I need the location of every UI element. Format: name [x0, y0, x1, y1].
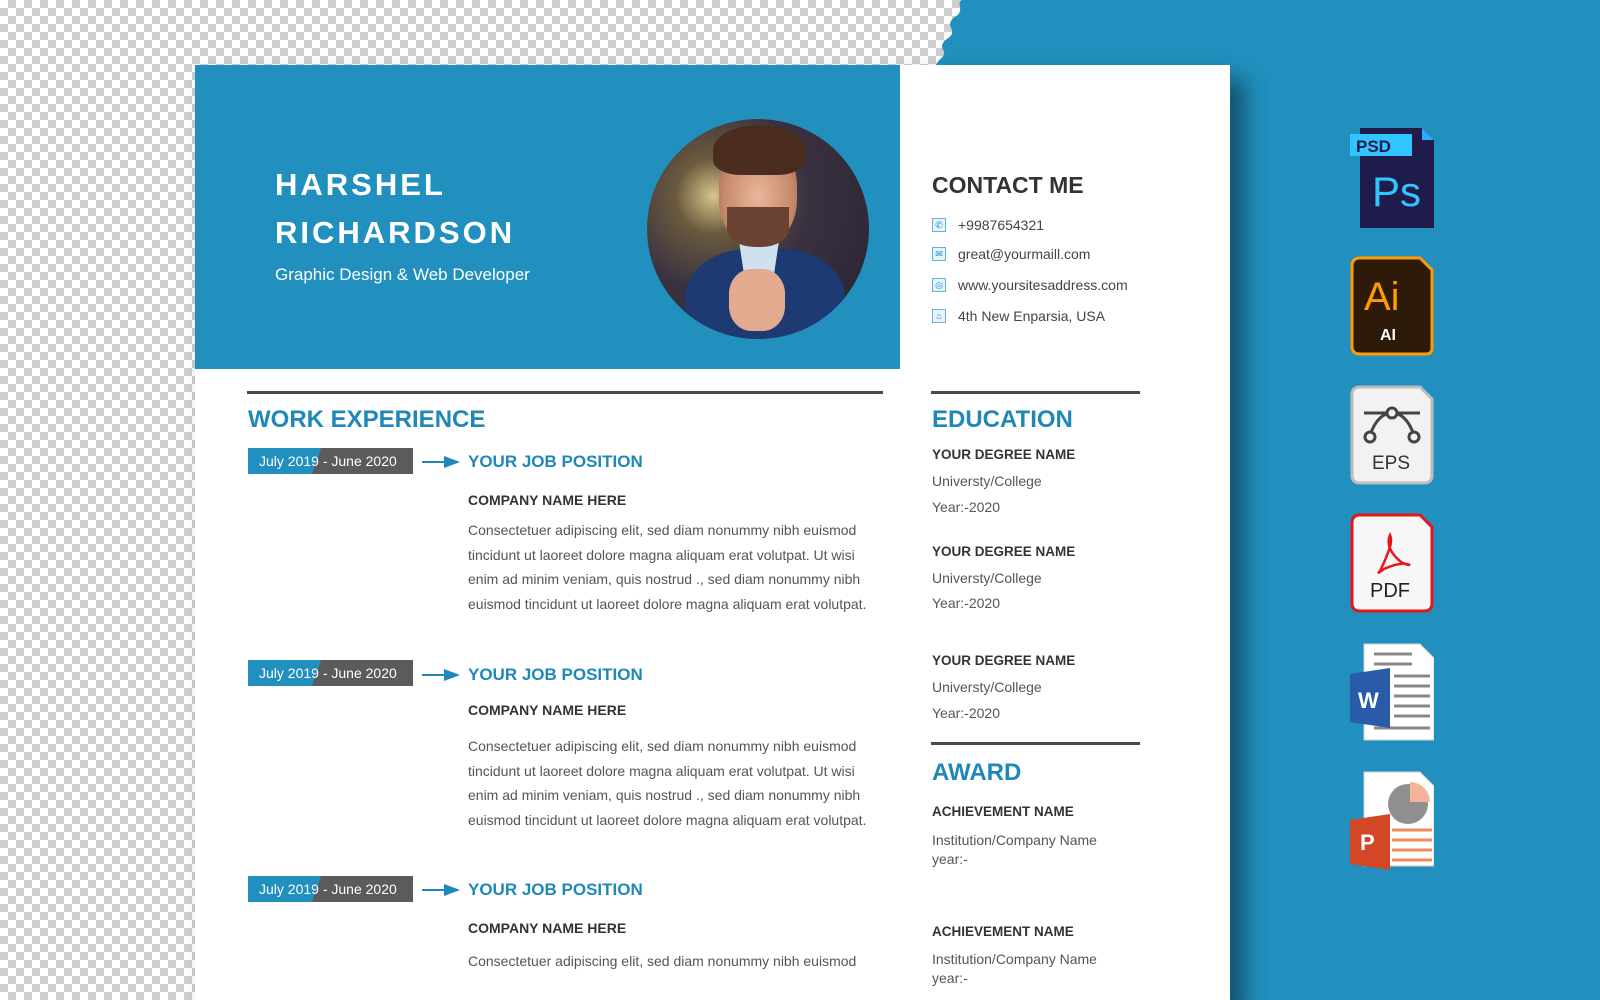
- arrow-right-icon: [422, 884, 460, 896]
- header-band: HARSHEL RICHARDSON Graphic Design & Web …: [195, 65, 900, 369]
- powerpoint-label: P: [1360, 830, 1375, 855]
- eps-vector-icon: EPS: [1350, 385, 1434, 485]
- education-2-school: Universty/College: [932, 570, 1042, 586]
- job-3-description: Consectetuer adipiscing elit, sed diam n…: [468, 953, 857, 969]
- award-heading: AWARD: [932, 759, 1022, 786]
- contact-email: ✉ great@yourmaill.com: [932, 246, 1090, 262]
- word-label: W: [1358, 688, 1379, 713]
- contact-address-value: 4th New Enparsia, USA: [958, 308, 1106, 324]
- illustrator-ai-icon: Ai AI: [1350, 256, 1434, 356]
- phone-icon: ✆: [932, 218, 946, 232]
- award-2-name: ACHIEVEMENT NAME: [932, 924, 1074, 939]
- arrow-right-icon: [422, 669, 460, 681]
- name-line-1: HARSHEL: [275, 167, 446, 202]
- job-1-company: COMPANY NAME HERE: [468, 492, 627, 508]
- job-1-position: YOUR JOB POSITION: [468, 452, 643, 471]
- name-line-2: RICHARDSON: [275, 215, 516, 250]
- job-3-date-badge: July 2019 - June 2020: [248, 876, 413, 902]
- education-3-school: Universty/College: [932, 679, 1042, 695]
- education-divider: [931, 391, 1140, 394]
- education-3-degree: YOUR DEGREE NAME: [932, 653, 1076, 668]
- education-1-school: Universty/College: [932, 473, 1042, 489]
- award-1-institution: Institution/Company Name: [932, 832, 1097, 848]
- education-heading: EDUCATION: [932, 406, 1073, 433]
- education-3-year: Year:-2020: [932, 705, 1000, 721]
- work-divider: [247, 391, 883, 394]
- contact-phone: ✆ +9987654321: [932, 217, 1044, 233]
- profile-photo: [647, 119, 869, 339]
- word-doc-icon: W: [1350, 642, 1435, 742]
- contact-website: ◎ www.yoursitesaddress.com: [932, 277, 1128, 293]
- powerpoint-icon: P: [1350, 770, 1435, 870]
- contact-address: ⌂ 4th New Enparsia, USA: [932, 308, 1105, 324]
- photo-hand: [729, 269, 785, 331]
- job-1-date-badge: July 2019 - June 2020: [248, 448, 413, 474]
- contact-email-value: great@yourmaill.com: [958, 246, 1091, 262]
- globe-icon: ◎: [932, 278, 946, 292]
- pdf-label: PDF: [1370, 580, 1410, 602]
- job-3-position: YOUR JOB POSITION: [468, 880, 643, 899]
- job-2-position: YOUR JOB POSITION: [468, 665, 643, 684]
- psd-tag: PSD: [1356, 137, 1391, 156]
- ai-label: Ai: [1364, 275, 1400, 319]
- pdf-icon: PDF: [1350, 513, 1434, 613]
- contact-heading: CONTACT ME: [932, 172, 1084, 198]
- contact-phone-value: +9987654321: [958, 217, 1045, 233]
- award-1-name: ACHIEVEMENT NAME: [932, 804, 1074, 819]
- photo-hair: [713, 125, 805, 175]
- ai-sub-label: AI: [1380, 327, 1396, 344]
- contact-website-value: www.yoursitesaddress.com: [958, 277, 1128, 293]
- mail-icon: ✉: [932, 247, 946, 261]
- education-2-year: Year:-2020: [932, 595, 1000, 611]
- education-1-degree: YOUR DEGREE NAME: [932, 447, 1076, 462]
- education-1-year: Year:-2020: [932, 499, 1000, 515]
- job-2-company: COMPANY NAME HERE: [468, 702, 627, 718]
- candidate-title: Graphic Design & Web Developer: [275, 265, 530, 284]
- candidate-name: HARSHEL RICHARDSON: [275, 161, 515, 257]
- resume-sheet: HARSHEL RICHARDSON Graphic Design & Web …: [195, 65, 1230, 1000]
- job-3-company: COMPANY NAME HERE: [468, 920, 627, 936]
- award-2-year: year:-: [932, 970, 968, 986]
- ps-label: Ps: [1372, 168, 1421, 215]
- eps-label: EPS: [1372, 453, 1410, 474]
- job-2-date-badge: July 2019 - June 2020: [248, 660, 413, 686]
- education-2-degree: YOUR DEGREE NAME: [932, 544, 1076, 559]
- home-icon: ⌂: [932, 309, 946, 323]
- photoshop-psd-icon: PSD Ps: [1350, 128, 1434, 228]
- job-2-description: Consectetuer adipiscing elit, sed diam n…: [468, 738, 867, 828]
- arrow-right-icon: [422, 456, 460, 468]
- award-1-year: year:-: [932, 851, 968, 867]
- work-heading: WORK EXPERIENCE: [248, 406, 486, 433]
- award-2-institution: Institution/Company Name: [932, 951, 1097, 967]
- award-divider: [931, 742, 1140, 745]
- job-1-description: Consectetuer adipiscing elit, sed diam n…: [468, 522, 867, 612]
- photo-beard: [727, 207, 789, 247]
